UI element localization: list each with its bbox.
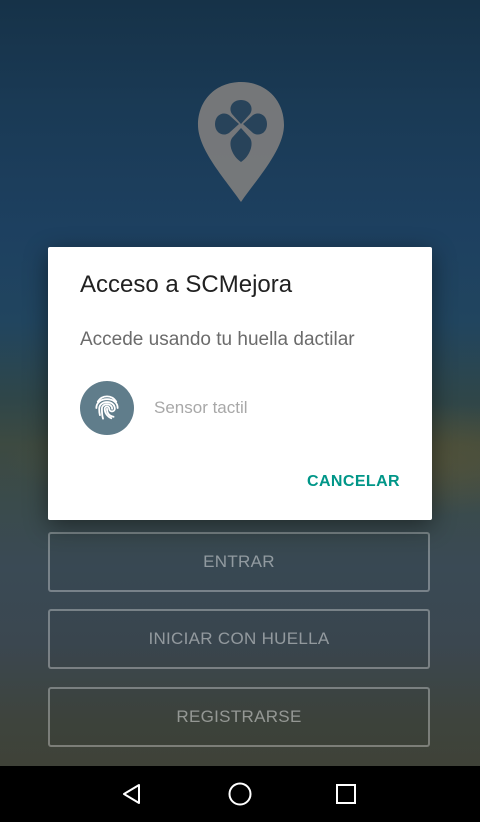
- fingerprint-login-button[interactable]: INICIAR CON HUELLA: [48, 609, 430, 669]
- cancel-button[interactable]: CANCELAR: [307, 473, 400, 491]
- back-button[interactable]: [118, 780, 146, 808]
- home-circle-icon: [228, 782, 252, 806]
- sensor-label: Sensor tactil: [154, 398, 248, 417]
- recents-square-icon: [336, 784, 356, 804]
- back-triangle-icon: [123, 784, 140, 804]
- recents-button[interactable]: [332, 780, 360, 808]
- dialog-description: Accede usando tu huella dactilar: [80, 329, 355, 350]
- location-pin-flower-icon: [198, 82, 284, 202]
- enter-button[interactable]: ENTRAR: [48, 532, 430, 592]
- navigation-bar: [0, 766, 480, 822]
- fingerprint-icon: [95, 395, 119, 420]
- home-button[interactable]: [226, 780, 254, 808]
- fingerprint-dialog: Acceso a SCMejora Accede usando tu huell…: [48, 247, 432, 520]
- register-button[interactable]: REGISTRARSE: [48, 687, 430, 747]
- fingerprint-sensor-badge: [80, 381, 134, 435]
- dialog-title: Acceso a SCMejora: [80, 271, 293, 298]
